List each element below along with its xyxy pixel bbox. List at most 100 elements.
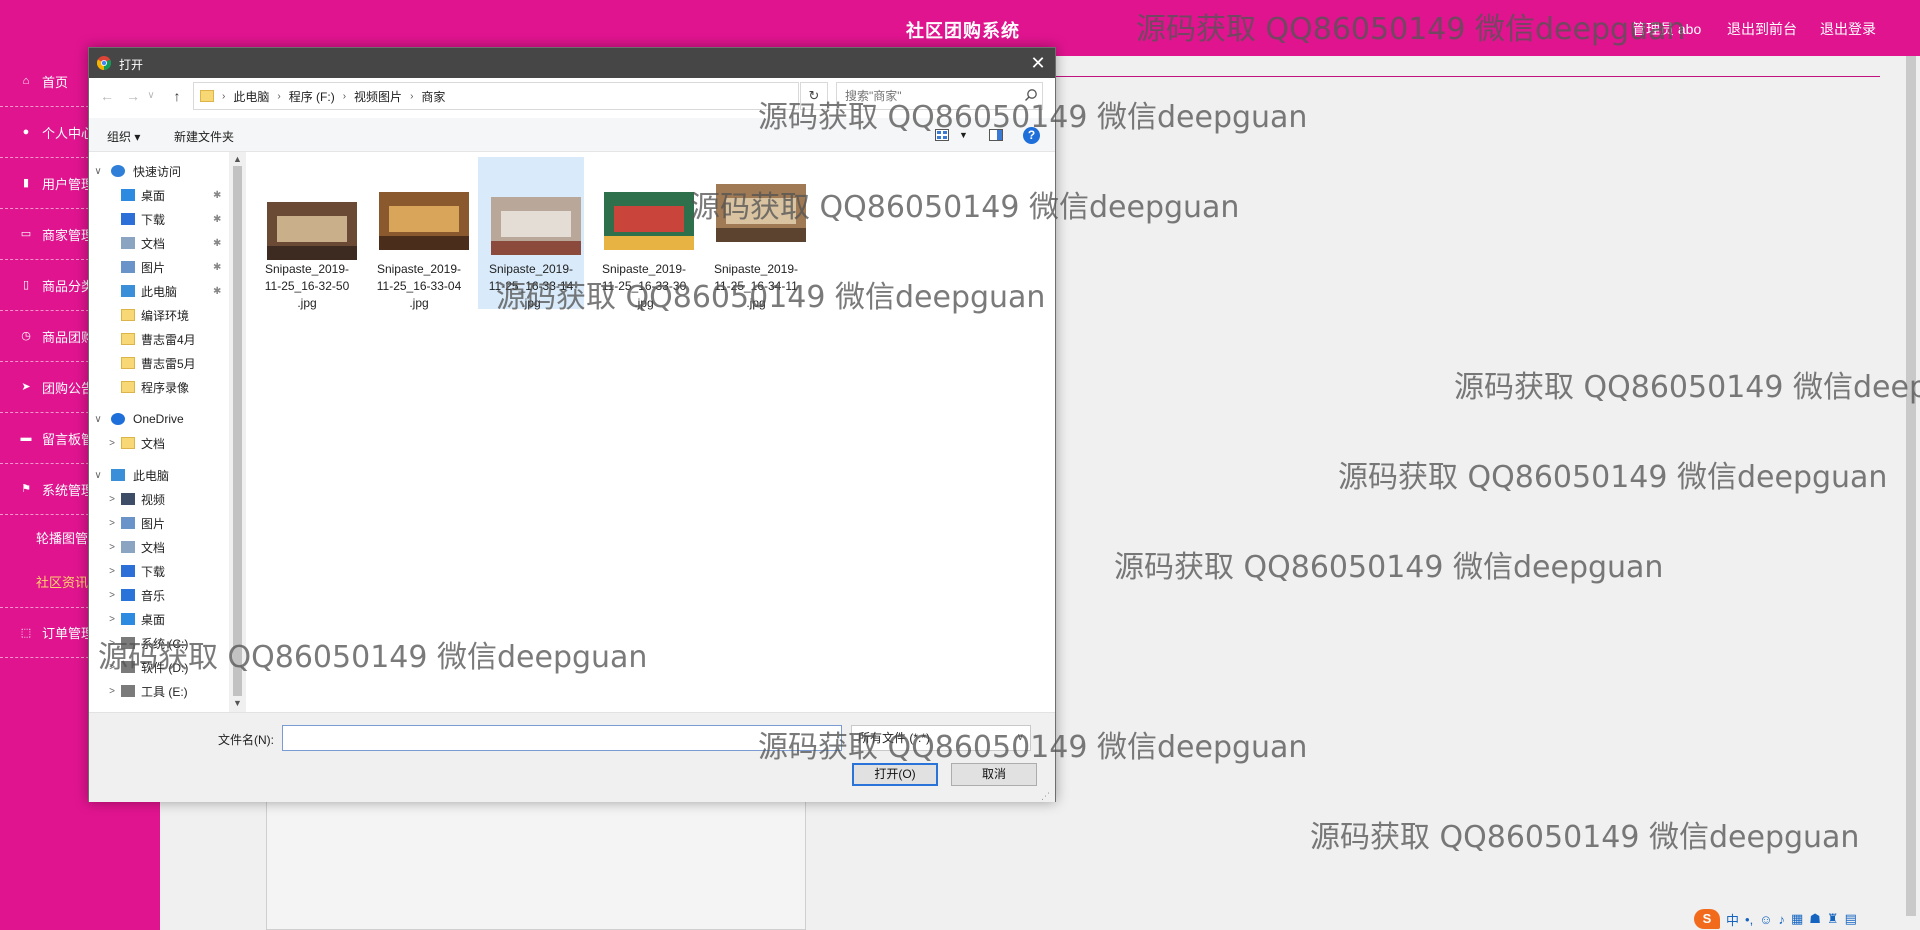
help-icon[interactable]: ? [1023, 127, 1040, 144]
app-title: 社区团购系统 [906, 21, 1020, 41]
expand-chevron-icon[interactable]: > [107, 438, 117, 449]
back-arrow-icon[interactable]: ← [99, 88, 115, 104]
sogou-ime-icon[interactable]: S [1694, 909, 1720, 929]
ime-mode[interactable]: 中 [1726, 910, 1739, 929]
view-options-icon[interactable] [935, 129, 949, 141]
refresh-icon[interactable]: ↻ [800, 82, 828, 110]
scroll-down-icon[interactable]: ▼ [229, 698, 246, 708]
expand-chevron-icon[interactable]: > [107, 662, 117, 673]
keyboard-icon[interactable]: ▦ [1791, 911, 1803, 927]
nav-tree-item[interactable]: > 下载 [89, 560, 229, 582]
expand-chevron-icon[interactable]: > [107, 518, 117, 529]
thumbnail-floor [379, 236, 469, 250]
file-name-line: .jpg [521, 296, 541, 310]
nav-tree-label: 文档 [141, 236, 166, 251]
exit-to-front-link[interactable]: 退出到前台 [1727, 19, 1797, 39]
new-folder-button[interactable]: 新建文件夹 [174, 128, 234, 145]
nav-tree-item[interactable]: ∨ 此电脑 [89, 464, 229, 486]
punct-mode[interactable]: •, [1745, 912, 1753, 927]
page-scrollbar-thumb[interactable] [1906, 56, 1916, 916]
breadcrumb-item[interactable]: 此电脑 [233, 88, 269, 105]
image-thumbnail [716, 184, 806, 242]
nav-tree-item[interactable]: 曹志雷4月 [89, 328, 229, 350]
nav-tree-label: 程序录像 [141, 380, 190, 395]
nav-tree-item[interactable]: 曹志雷5月 [89, 352, 229, 374]
search-icon[interactable] [1024, 88, 1038, 102]
emoji-icon[interactable]: ☺ [1759, 912, 1772, 927]
collapse-chevron-icon[interactable]: ∨ [93, 414, 103, 425]
content-textarea[interactable] [266, 790, 806, 930]
expand-chevron-icon[interactable]: > [107, 566, 117, 577]
nav-tree-item[interactable]: ∨ 快速访问 [89, 160, 229, 182]
organize-button[interactable]: 组织 ▾ [107, 128, 140, 145]
nav-scrollbar-thumb[interactable] [233, 166, 242, 696]
nav-tree-item[interactable]: > 音乐 [89, 584, 229, 606]
filename-input[interactable] [282, 725, 842, 751]
expand-chevron-icon[interactable]: > [107, 614, 117, 625]
nav-tree-item[interactable]: > 系统 (C:) [89, 632, 229, 654]
preview-pane-icon[interactable] [989, 129, 1003, 141]
expand-chevron-icon[interactable]: > [107, 590, 117, 601]
sidebar-item-label: 用户管理 [42, 176, 95, 192]
dialog-titlebar[interactable]: 打开 ✕ [89, 48, 1055, 78]
file-item[interactable]: Snipaste_2019- 11-25_16-33-30 .jpg [591, 157, 697, 310]
nav-tree-item[interactable]: 文档 ✱ [89, 232, 229, 254]
pin-icon: ✱ [213, 285, 222, 297]
recent-chevron-icon[interactable]: ∨ [143, 88, 159, 104]
drive-icon [121, 661, 135, 673]
collapse-chevron-icon[interactable]: ∨ [93, 166, 103, 177]
nav-tree-item[interactable]: 此电脑 ✱ [89, 280, 229, 302]
sidebar-item-label: 首页 [42, 74, 69, 90]
scroll-up-icon[interactable]: ▲ [229, 154, 246, 164]
expand-chevron-icon[interactable]: > [107, 638, 117, 649]
dialog-footer: 文件名(N): 所有文件 (*.*) ∨ 打开(O) 取消 ⋰ [89, 712, 1055, 802]
nav-tree-item[interactable]: > 桌面 [89, 608, 229, 630]
nav-tree-label: 快速访问 [133, 164, 182, 179]
nav-tree-item[interactable]: ∨ OneDrive [89, 408, 229, 430]
view-dropdown-icon[interactable]: ▼ [959, 130, 968, 140]
nav-tree-item[interactable]: 图片 ✱ [89, 256, 229, 278]
nav-tree-item[interactable]: 桌面 ✱ [89, 184, 229, 206]
file-item[interactable]: Snipaste_2019- 11-25_16-32-50 .jpg [254, 157, 360, 310]
page-scrollbar[interactable] [1900, 56, 1920, 930]
nav-tree-item[interactable]: 下载 ✱ [89, 208, 229, 230]
breadcrumb-item[interactable]: 程序 (F:) [289, 88, 335, 105]
expand-chevron-icon[interactable]: > [107, 494, 117, 505]
user-icon[interactable]: ☗ [1809, 911, 1821, 927]
file-item[interactable]: Snipaste_2019- 11-25_16-33-14 .jpg [478, 157, 584, 310]
cancel-button[interactable]: 取消 [951, 763, 1037, 786]
breadcrumb-item[interactable]: 视频图片 [354, 88, 402, 105]
nav-scrollbar[interactable]: ▲ ▼ [229, 152, 246, 712]
filetype-select[interactable]: 所有文件 (*.*) ∨ [851, 725, 1031, 751]
star-icon [111, 165, 125, 177]
file-item[interactable]: Snipaste_2019- 11-25_16-33-04 .jpg [366, 157, 472, 310]
resize-grip-icon[interactable]: ⋰ [1041, 791, 1051, 801]
address-bar[interactable]: › 此电脑 › 程序 (F:) › 视频图片 › 商家 [193, 82, 799, 110]
up-arrow-icon[interactable]: ↑ [169, 88, 185, 104]
breadcrumb-item[interactable]: 商家 [421, 88, 445, 105]
nav-tree-item[interactable]: > 文档 [89, 432, 229, 454]
close-icon[interactable]: ✕ [1025, 51, 1051, 75]
open-button[interactable]: 打开(O) [852, 763, 938, 786]
nav-tree-item[interactable]: 程序录像 [89, 376, 229, 398]
forward-arrow-icon[interactable]: → [125, 88, 141, 104]
nav-tree-item[interactable]: > 图片 [89, 512, 229, 534]
nav-tree-item[interactable]: > 软件 (D:) [89, 656, 229, 678]
logout-link[interactable]: 退出登录 [1820, 19, 1876, 39]
grid-icon[interactable]: ▤ [1845, 911, 1857, 927]
collapse-chevron-icon[interactable]: ∨ [93, 470, 103, 481]
shirt-icon[interactable]: ♜ [1827, 911, 1839, 927]
nav-tree-item[interactable]: > 视频 [89, 488, 229, 510]
nav-tree-label: 音乐 [141, 588, 166, 603]
mic-icon[interactable]: ♪ [1778, 912, 1785, 927]
nav-tree-item[interactable]: 编译环境 [89, 304, 229, 326]
file-name-line: 11-25_16-32-50 [264, 279, 350, 293]
expand-chevron-icon[interactable]: > [107, 686, 117, 697]
file-item[interactable]: Snipaste_2019- 11-25_16-34-11 .jpg [703, 157, 809, 310]
desktop-icon [121, 189, 135, 201]
home-icon: ⌂ [22, 75, 30, 87]
nav-tree-item[interactable]: > 工具 (E:) [89, 680, 229, 702]
expand-chevron-icon[interactable]: > [107, 542, 117, 553]
nav-tree-item[interactable]: > 文档 [89, 536, 229, 558]
search-input[interactable] [836, 82, 1043, 110]
